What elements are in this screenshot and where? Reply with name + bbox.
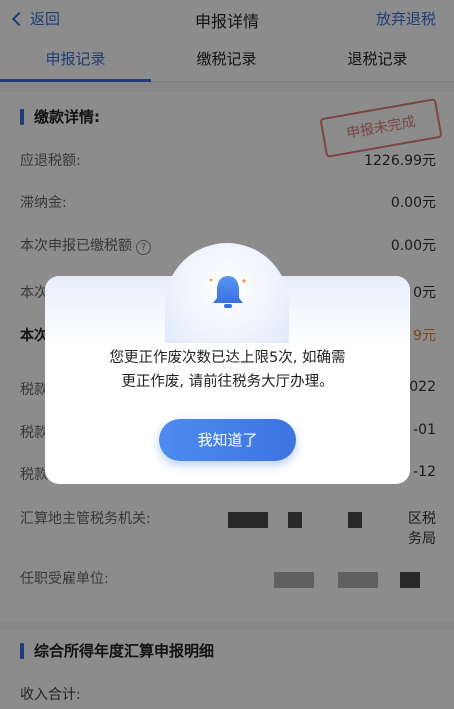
dialog-message: 您更正作废次数已达上限5次, 如确需 更正作废, 请前往税务大厅办理。 bbox=[65, 346, 390, 394]
bell-icon bbox=[209, 276, 246, 308]
dialog-message-line1: 您更正作废次数已达上限5次, 如确需 bbox=[109, 350, 346, 366]
dialog-message-line2: 更正作废, 请前往税务大厅办理。 bbox=[121, 374, 334, 390]
acknowledge-button[interactable]: 我知道了 bbox=[159, 419, 296, 461]
limit-reached-dialog: 您更正作废次数已达上限5次, 如确需 更正作废, 请前往税务大厅办理。 我知道了 bbox=[45, 243, 410, 484]
